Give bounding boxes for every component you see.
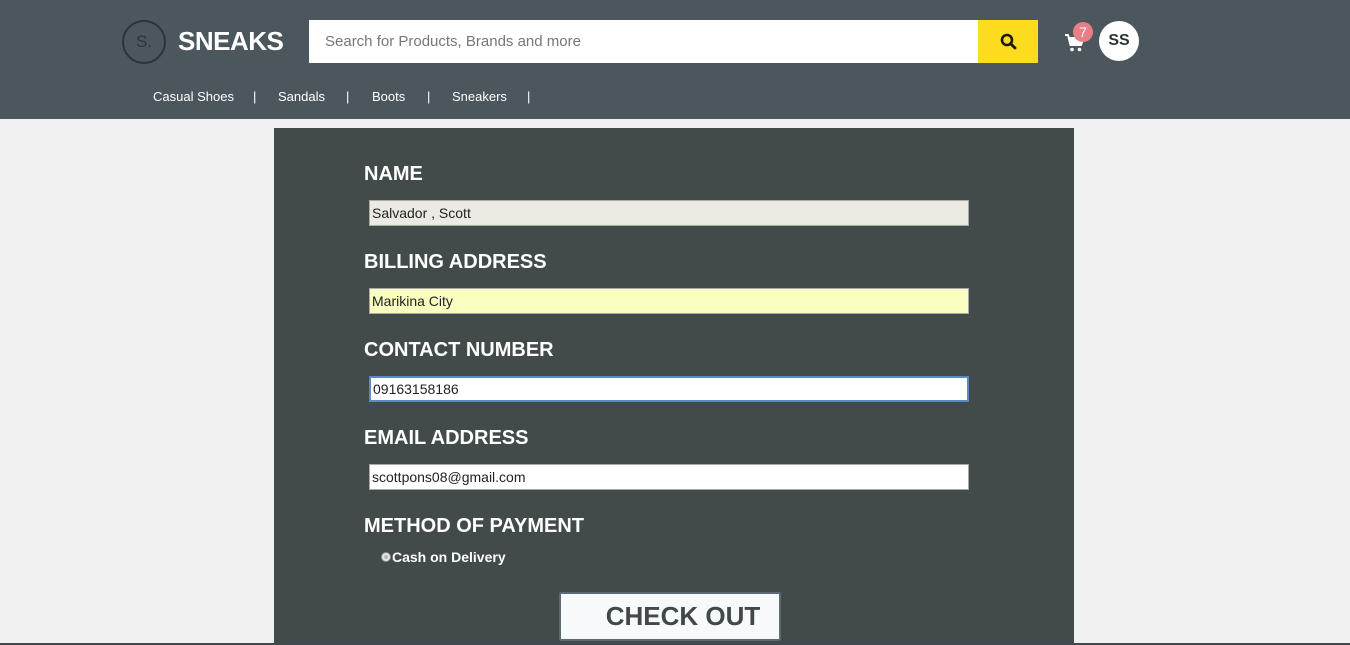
billing-address-field[interactable] — [369, 288, 969, 314]
billing-address-label: BILLING ADDRESS — [364, 251, 547, 273]
nav-item-casual-shoes[interactable]: Casual Shoes — [153, 89, 234, 104]
cart-count-badge: 7 — [1073, 22, 1093, 42]
top-header: S. SNEAKS 7 SS Casual Shoes | Sandals | … — [0, 0, 1350, 119]
nav-separator: | — [527, 89, 531, 104]
logo-icon[interactable]: S. — [122, 20, 166, 64]
nav-item-boots[interactable]: Boots — [372, 89, 405, 104]
user-avatar[interactable]: SS — [1099, 21, 1139, 61]
checkout-form: NAME BILLING ADDRESS CONTACT NUMBER EMAI… — [274, 128, 1074, 645]
nav-separator: | — [253, 89, 257, 104]
nav-item-sneakers[interactable]: Sneakers — [452, 89, 507, 104]
brand-name[interactable]: SNEAKS — [178, 26, 284, 57]
name-label: NAME — [364, 163, 423, 185]
email-address-label: EMAIL ADDRESS — [364, 427, 529, 449]
nav-item-sandals[interactable]: Sandals — [278, 89, 325, 104]
name-field[interactable] — [369, 200, 969, 226]
cash-on-delivery-radio[interactable] — [381, 552, 391, 562]
search-icon — [1000, 33, 1016, 50]
search-button[interactable] — [978, 20, 1038, 63]
contact-number-field[interactable] — [369, 376, 969, 402]
email-address-field[interactable] — [369, 464, 969, 490]
nav-separator: | — [346, 89, 350, 104]
nav-separator: | — [427, 89, 431, 104]
cash-on-delivery-label[interactable]: Cash on Delivery — [392, 549, 506, 565]
checkout-button[interactable]: CHECK OUT — [559, 592, 781, 641]
contact-number-label: CONTACT NUMBER — [364, 339, 554, 361]
search-input[interactable] — [309, 20, 978, 63]
payment-method-label: METHOD OF PAYMENT — [364, 515, 585, 537]
